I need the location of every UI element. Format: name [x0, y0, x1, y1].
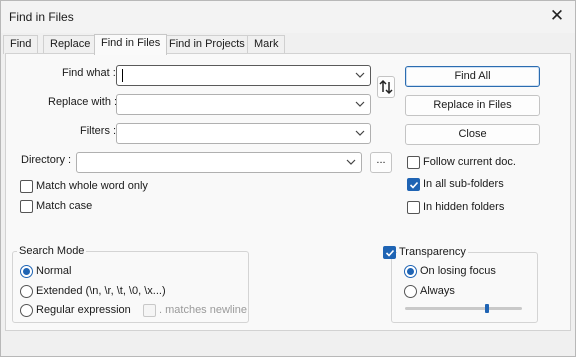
matches-newline-label: . matches newline [159, 304, 248, 316]
find-all-button[interactable]: Find All [405, 66, 540, 87]
search-mode-normal-label: Normal [36, 265, 72, 277]
filters-label: Filters : [80, 125, 117, 137]
follow-current-doc-checkbox[interactable] [407, 156, 420, 169]
in-all-subfolders-checkbox[interactable] [407, 178, 420, 191]
transparency-slider-track[interactable] [405, 307, 522, 310]
chevron-down-icon[interactable] [355, 97, 365, 111]
find-what-label: Find what : [62, 67, 116, 79]
in-all-subfolders-label: In all sub-folders [423, 178, 504, 190]
transparency-checkbox[interactable] [383, 246, 396, 259]
close-button[interactable]: Close [405, 124, 540, 145]
tab-find[interactable]: Find [3, 35, 39, 54]
matches-newline-checkbox[interactable] [143, 304, 156, 317]
checkmark-icon [385, 249, 395, 257]
title-bar: Find in Files ✕ [1, 1, 575, 33]
search-mode-extended-radio[interactable] [20, 285, 33, 298]
search-mode-extended-label: Extended (\n, \r, \t, \0, \x...) [36, 285, 166, 297]
always-radio[interactable] [404, 285, 417, 298]
close-window-icon[interactable]: ✕ [549, 7, 565, 25]
in-hidden-folders-label: In hidden folders [423, 201, 505, 213]
match-case-label: Match case [36, 200, 93, 212]
transparency-slider-thumb[interactable] [484, 304, 489, 313]
directory-label: Directory : [21, 154, 72, 166]
match-whole-word-checkbox[interactable] [20, 180, 33, 193]
swap-arrows-icon [379, 79, 393, 95]
search-mode-normal-radio[interactable] [20, 265, 33, 278]
replace-with-label: Replace with : [48, 96, 118, 108]
search-mode-title: Search Mode [17, 245, 87, 257]
swap-find-replace-button[interactable] [377, 76, 395, 98]
tab-find-in-projects[interactable]: Find in Projects [162, 35, 252, 54]
match-case-checkbox[interactable] [20, 200, 33, 213]
window-title: Find in Files [9, 10, 74, 24]
always-label: Always [420, 285, 455, 297]
on-losing-focus-radio[interactable] [404, 265, 417, 278]
in-hidden-folders-checkbox[interactable] [407, 201, 420, 214]
chevron-down-icon[interactable] [355, 68, 365, 82]
chevron-down-icon[interactable] [355, 126, 365, 140]
find-what-combo[interactable] [116, 65, 371, 86]
find-in-files-dialog: Find in Files ✕ Find Replace Find in Fil… [0, 0, 576, 357]
text-caret [122, 69, 123, 82]
match-whole-word-label: Match whole word only [36, 180, 148, 192]
search-mode-regex-label: Regular expression [36, 304, 131, 316]
on-losing-focus-label: On losing focus [420, 265, 496, 277]
filters-combo[interactable] [116, 123, 371, 144]
replace-with-combo[interactable] [116, 94, 371, 115]
directory-combo[interactable] [76, 152, 362, 173]
tab-replace[interactable]: Replace [43, 35, 98, 54]
checkmark-icon [409, 181, 419, 189]
transparency-title: Transparency [397, 246, 468, 258]
replace-in-files-button[interactable]: Replace in Files [405, 95, 540, 116]
chevron-down-icon[interactable] [346, 155, 356, 169]
follow-current-doc-label: Follow current doc. [423, 156, 516, 168]
search-mode-regex-radio[interactable] [20, 304, 33, 317]
tab-find-in-files[interactable]: Find in Files [94, 34, 168, 55]
browse-directory-button[interactable]: ... [370, 152, 392, 173]
tab-mark[interactable]: Mark [247, 35, 286, 54]
